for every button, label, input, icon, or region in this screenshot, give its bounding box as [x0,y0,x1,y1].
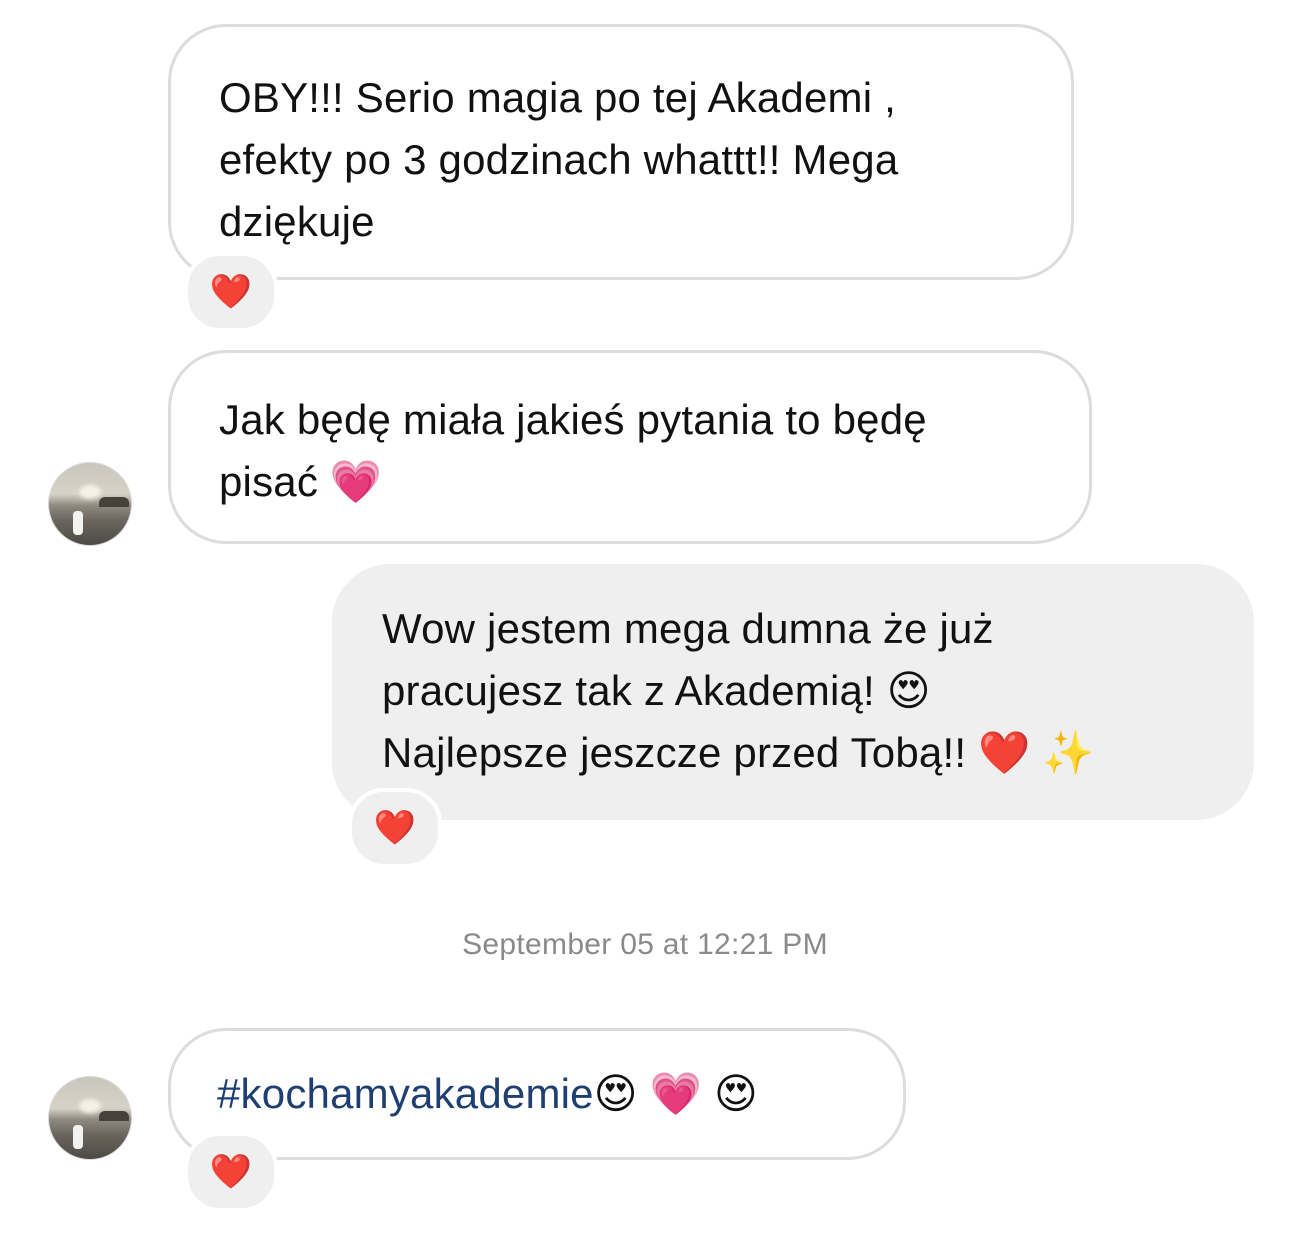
heart-icon: ❤️ [209,273,253,311]
message-text-line: efekty po 3 godzinach whattt!! Mega [219,136,899,183]
heart-reaction[interactable]: ❤️ [348,788,442,868]
message-text-line: OBY!!! Serio magia po tej Akademi , [219,74,896,121]
message-text-line: dziękuje [219,198,375,245]
message-timestamp: September 05 at 12:21 PM [462,928,828,961]
message-text-line: pisać 💗 [219,458,383,505]
emoji-text: 😍 💗 😍 [593,1070,758,1117]
message-text-line: Jak będę miała jakieś pytania to będę [219,396,927,443]
message-bubble-incoming[interactable]: #kochamyakademie😍 💗 😍 [168,1028,906,1160]
hashtag-link[interactable]: #kochamyakademie [217,1070,594,1117]
message-bubble-outgoing[interactable]: Wow jestem mega dumna że już pracujesz t… [332,564,1254,820]
heart-icon: ❤️ [209,1153,253,1191]
message-text-line: Wow jestem mega dumna że już [382,605,994,652]
heart-reaction[interactable]: ❤️ [184,1132,278,1212]
heart-reaction[interactable]: ❤️ [184,252,278,332]
message-bubble-incoming[interactable]: Jak będę miała jakieś pytania to będę pi… [168,350,1092,544]
avatar[interactable] [48,462,132,546]
heart-icon: ❤️ [373,809,417,847]
message-bubble-incoming[interactable]: OBY!!! Serio magia po tej Akademi , efek… [168,24,1074,280]
message-text-line: pracujesz tak z Akademią! 😍 [382,667,931,714]
avatar[interactable] [48,1076,132,1160]
message-text-line: Najlepsze jeszcze przed Tobą!! ❤️ ✨ [382,729,1095,776]
